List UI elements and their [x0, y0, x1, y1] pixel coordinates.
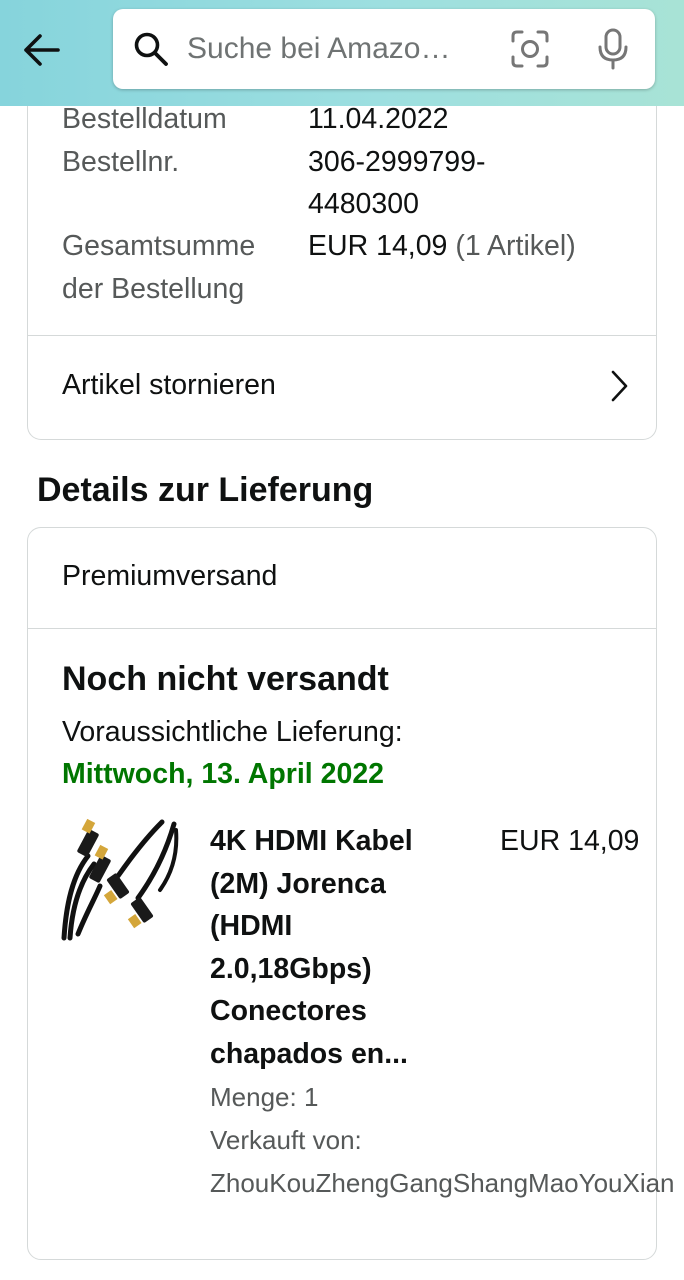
delivery-card: Premiumversand Noch nicht versandt Vorau… [27, 527, 675, 1260]
microphone-icon[interactable] [593, 27, 633, 71]
search-input[interactable] [187, 27, 487, 71]
product-title-line: 4K HDMI Kabel [210, 825, 413, 857]
cancel-items-button[interactable]: Artikel stornieren [28, 335, 656, 435]
product-title[interactable]: 4K HDMI Kabel (2M) Jorenca (HDMI 2.0,18G… [210, 820, 470, 1075]
sold-by-label: Verkauft von: [210, 1125, 362, 1155]
order-number-value-line1: 306-2999799- [308, 146, 486, 178]
product-quantity: Menge: 1 [210, 1082, 319, 1112]
seller-name[interactable]: ZhouKouZhengGangShangMaoYouXian [210, 1162, 675, 1204]
shipment-status: Noch nicht versandt [62, 660, 389, 698]
product-price: EUR 14,09 [500, 825, 640, 857]
chevron-right-icon [611, 370, 628, 402]
order-total-label-line1: Gesamtsumme [62, 230, 256, 262]
top-search-bar [0, 0, 684, 106]
camera-icon[interactable] [509, 28, 551, 70]
divider [28, 628, 656, 629]
product-image[interactable] [58, 816, 186, 942]
estimated-delivery-label: Voraussichtliche Lieferung: [62, 716, 403, 748]
order-total-value: EUR 14,09 (1 Artikel) [308, 225, 576, 267]
order-total-label-line2: der Bestellung [62, 273, 245, 305]
product-title-line: 2.0,18Gbps) [210, 952, 372, 985]
order-summary-card: Bestelldatum 11.04.2022 Bestellnr. 306-2… [27, 60, 657, 440]
back-arrow-icon[interactable] [20, 30, 64, 70]
order-number-value-line2: 4480300 [308, 188, 419, 220]
order-total-amount: EUR 14,09 [308, 230, 448, 262]
delivery-details-heading: Details zur Lieferung [37, 471, 374, 509]
order-number-label: Bestellnr. [62, 146, 180, 178]
product-title-line: Conectores [210, 995, 367, 1027]
product-title-line: (2M) Jorenca [210, 867, 386, 900]
product-title-line: chapados en... [210, 1037, 408, 1070]
product-title-line: (HDMI [210, 910, 293, 942]
order-item-count: (1 Artikel) [455, 230, 576, 262]
estimated-delivery-date: Mittwoch, 13. April 2022 [62, 758, 385, 790]
shipping-method: Premiumversand [62, 560, 278, 592]
cancel-items-label: Artikel stornieren [62, 369, 276, 401]
search-box[interactable] [113, 9, 655, 89]
search-icon [134, 32, 168, 66]
